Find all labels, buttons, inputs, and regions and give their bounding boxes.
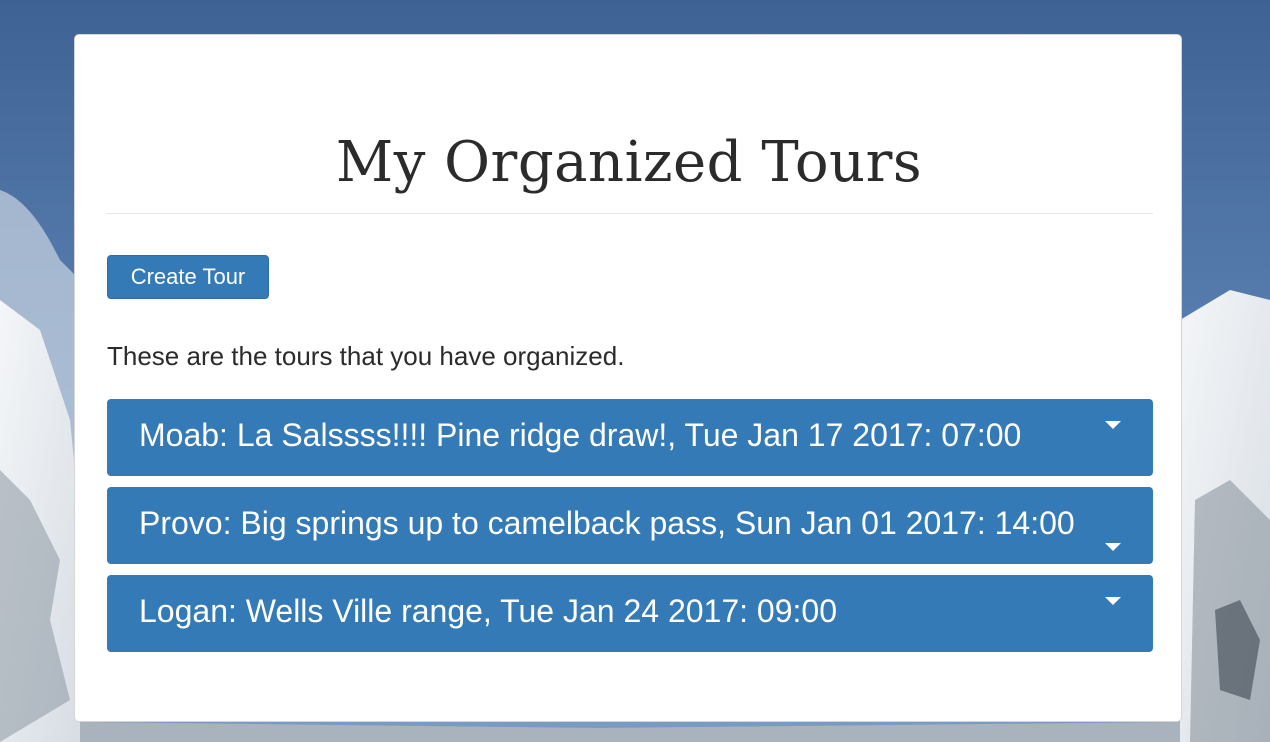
tour-item-label: Logan: Wells Ville range, Tue Jan 24 201… bbox=[139, 593, 837, 629]
tours-card: My Organized Tours Create Tour These are… bbox=[74, 34, 1182, 722]
intro-text: These are the tours that you have organi… bbox=[107, 341, 625, 371]
caret-down-icon[interactable] bbox=[1105, 597, 1121, 605]
page-title: My Organized Tours bbox=[335, 130, 923, 195]
tour-item[interactable]: Logan: Wells Ville range, Tue Jan 24 201… bbox=[107, 575, 1153, 652]
tour-item[interactable]: Moab: La Salssss!!!! Pine ridge draw!, T… bbox=[107, 399, 1153, 476]
tour-item[interactable]: Provo: Big springs up to camelback pass,… bbox=[107, 487, 1153, 564]
create-tour-button[interactable]: Create Tour bbox=[107, 255, 269, 299]
caret-down-icon[interactable] bbox=[1105, 421, 1121, 429]
tour-list: Moab: La Salssss!!!! Pine ridge draw!, T… bbox=[107, 399, 1153, 663]
caret-down-icon[interactable] bbox=[1105, 543, 1121, 551]
tour-item-label: Moab: La Salssss!!!! Pine ridge draw!, T… bbox=[139, 417, 1022, 453]
title-divider bbox=[107, 213, 1153, 214]
tour-item-label: Provo: Big springs up to camelback pass,… bbox=[139, 505, 1075, 541]
